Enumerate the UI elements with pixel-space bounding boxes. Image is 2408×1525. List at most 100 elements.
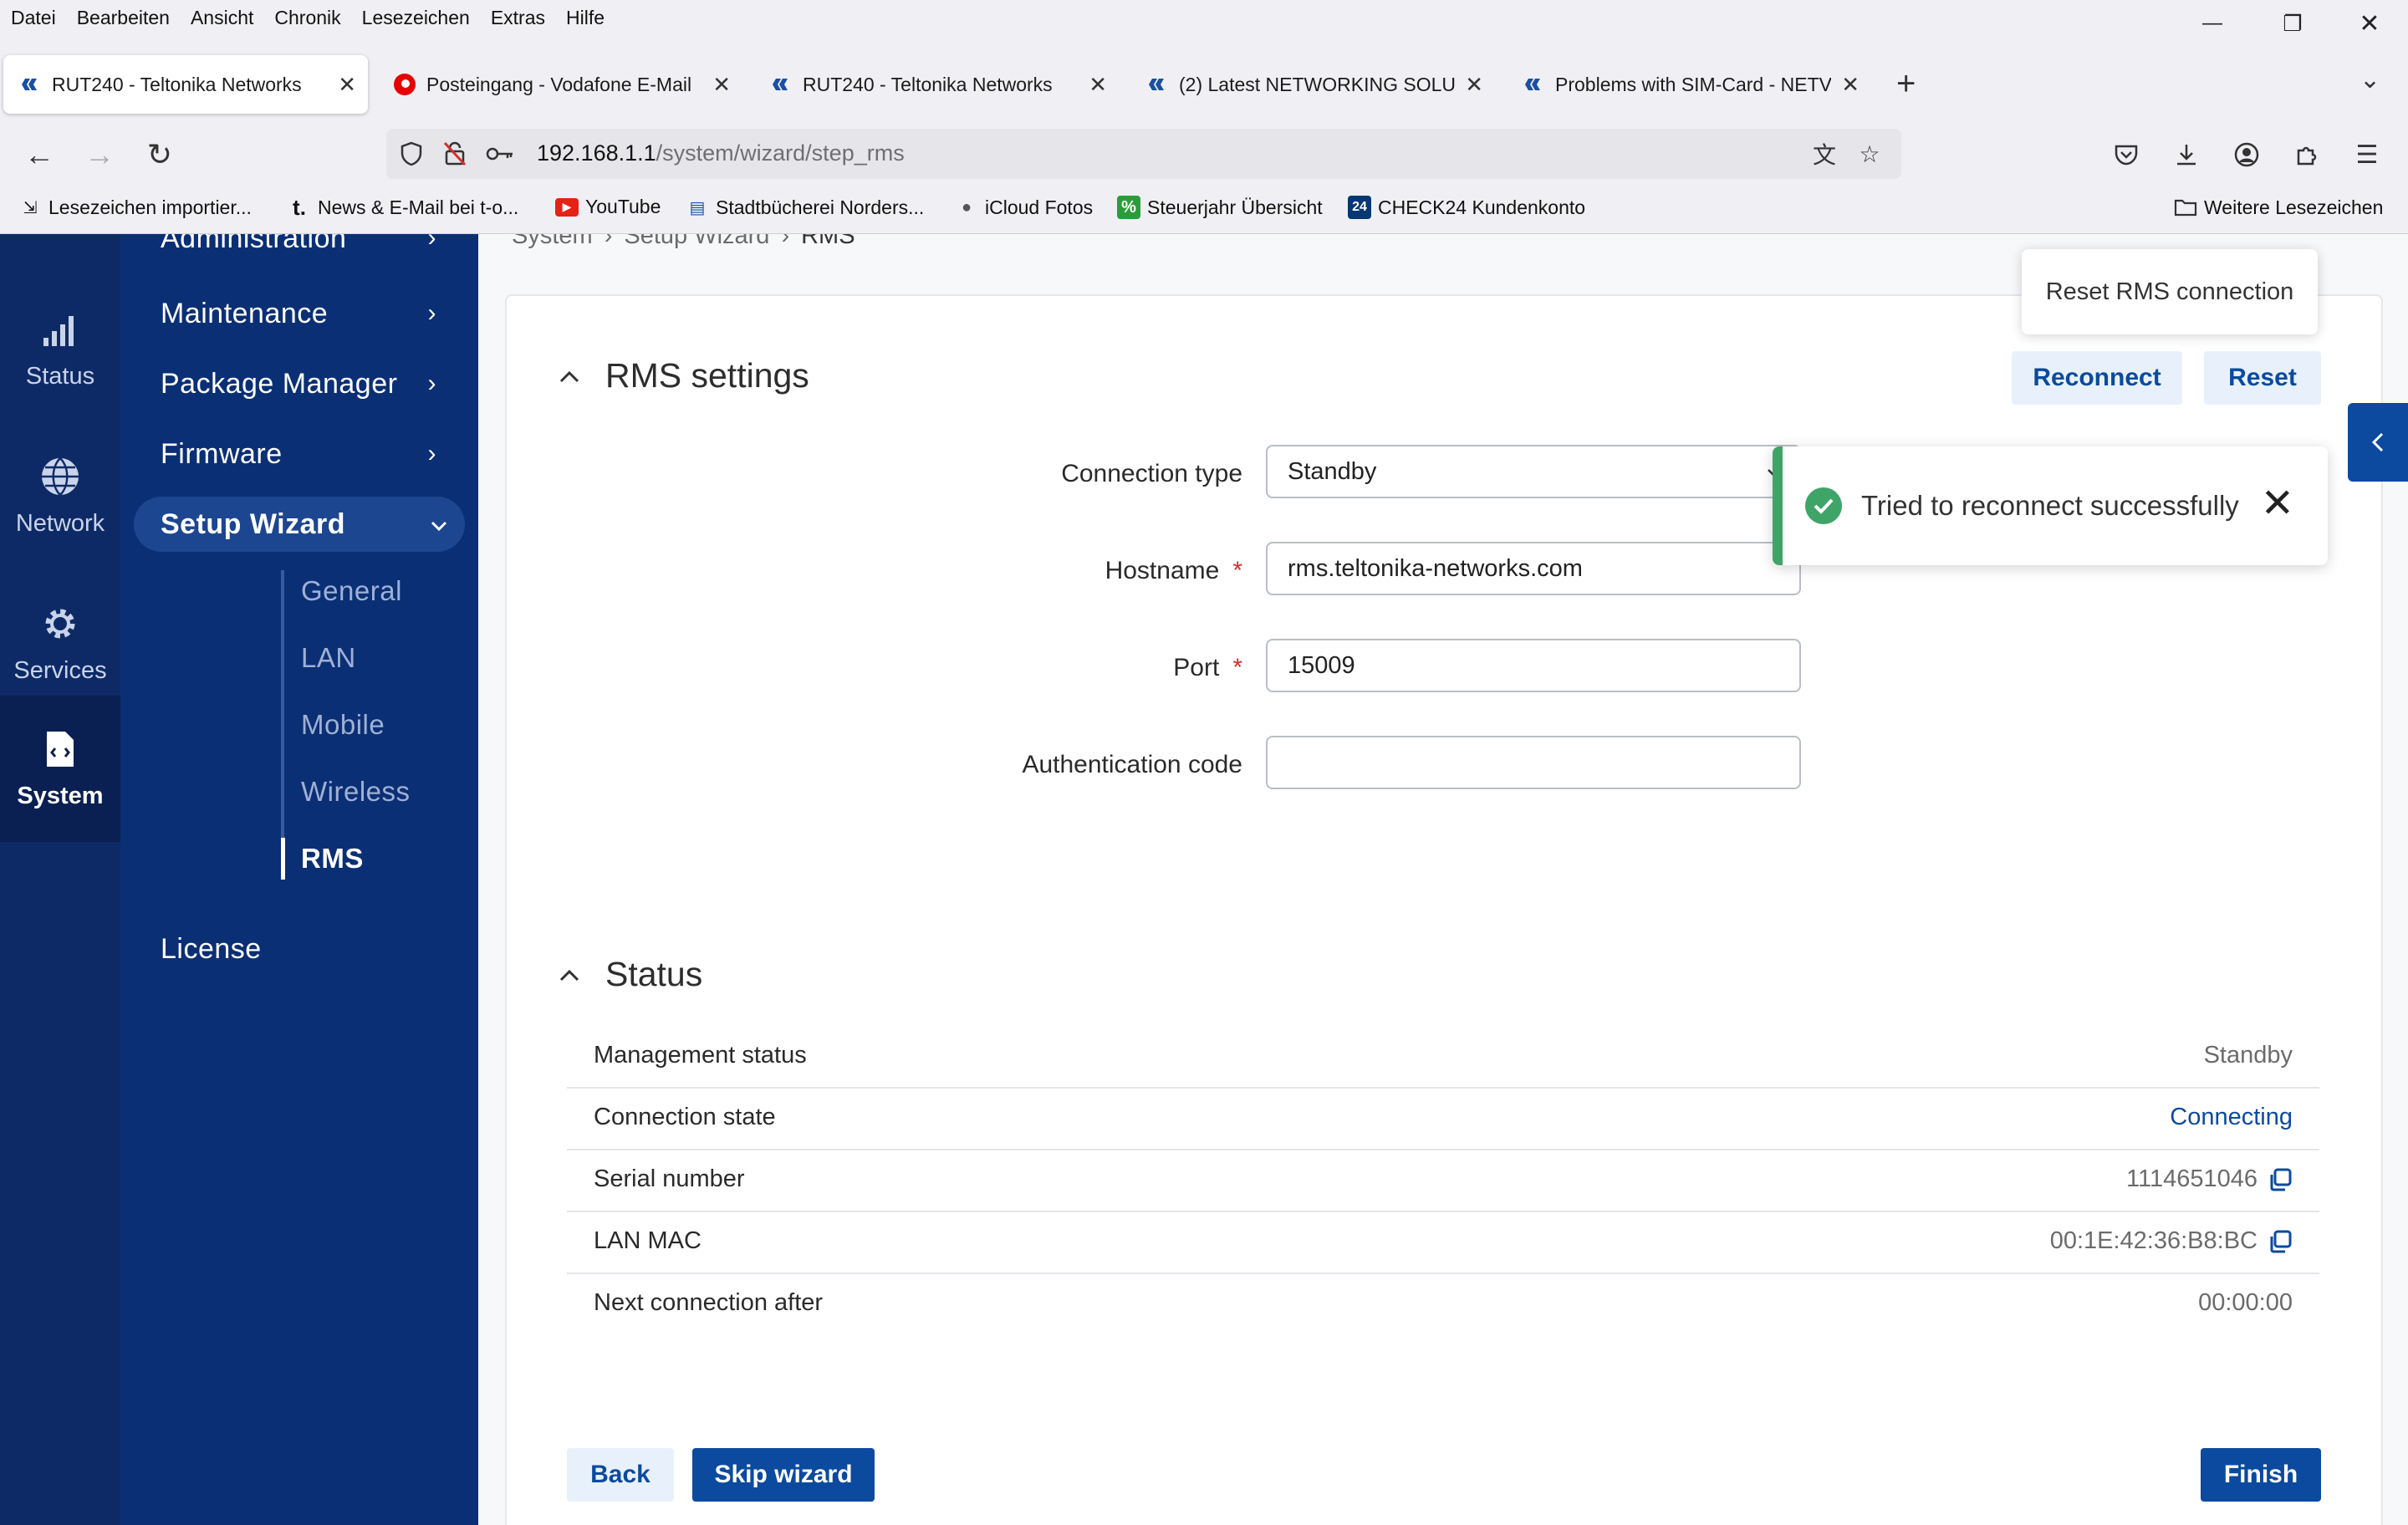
menu-ansicht[interactable]: Ansicht	[191, 7, 253, 29]
minimize-button[interactable]: —	[2179, 0, 2246, 47]
rail-item-status[interactable]: Status	[0, 276, 120, 422]
system-sidebar: Administration › Maintenance › Package Man…	[120, 234, 478, 1525]
account-icon[interactable]	[2227, 135, 2266, 174]
teltonika-icon	[1145, 73, 1169, 96]
close-tab-icon[interactable]: ✕	[1465, 72, 1483, 98]
close-tab-icon[interactable]: ✕	[1841, 72, 1860, 98]
bookmark-stadtbuecherei[interactable]: ▤ Stadtbücherei Norders...	[686, 196, 925, 219]
sidebar-item-setup-wizard[interactable]: Setup Wizard	[134, 497, 465, 552]
forward-icon[interactable]: →	[79, 134, 120, 176]
chevron-right-icon: ›	[427, 299, 436, 327]
port-input[interactable]: 15009	[1266, 639, 1801, 692]
back-icon[interactable]: ←	[18, 134, 60, 176]
tab-bar: RUT240 - Teltonika Networks ✕ Posteingan…	[0, 52, 2408, 119]
status-value: 1114651046	[2126, 1165, 2293, 1193]
bookmark-check24[interactable]: 24 CHECK24 Kundenkonto	[1348, 196, 1585, 219]
copy-icon[interactable]	[2268, 1229, 2293, 1254]
restore-button[interactable]: ❐	[2259, 0, 2326, 47]
translate-icon[interactable]: 文	[1809, 139, 1839, 169]
breadcrumb-system[interactable]: System	[512, 234, 593, 249]
auth-code-label: Authentication code	[1022, 751, 1242, 778]
sidebar-item-license[interactable]: License	[161, 921, 453, 977]
sidebar-item-package-manager[interactable]: Package Manager ›	[161, 356, 453, 411]
collapse-caret-icon[interactable]	[559, 961, 580, 989]
bookmark-star-icon[interactable]: ☆	[1854, 139, 1885, 169]
bookmarks-toolbar: ⇲ Lesezeichen importier... t. News & E-Mai…	[0, 192, 2408, 231]
extensions-icon[interactable]	[2288, 135, 2326, 174]
close-icon[interactable]: ✕	[2261, 480, 2294, 527]
folder-icon	[2174, 196, 2197, 219]
sub-item-rms[interactable]: RMS	[301, 843, 364, 875]
tab-title: RUT240 - Teltonika Networks	[803, 73, 1053, 95]
bookmark-icloud[interactable]: ● iCloud Fotos	[955, 196, 1093, 219]
menu-chronik[interactable]: Chronik	[274, 7, 340, 29]
downloads-icon[interactable]	[2167, 135, 2206, 174]
close-tab-icon[interactable]: ✕	[712, 72, 731, 98]
status-key: Connection state	[594, 1104, 776, 1130]
menu-extras[interactable]: Extras	[491, 7, 545, 29]
menu-bearbeiten[interactable]: Bearbeiten	[77, 7, 170, 29]
sidebar-item-maintenance[interactable]: Maintenance ›	[161, 286, 453, 341]
skip-wizard-button[interactable]: Skip wizard	[692, 1448, 875, 1502]
sub-item-general[interactable]: General	[301, 575, 402, 607]
submenu-active-indicator	[281, 838, 285, 880]
percent-icon: %	[1117, 196, 1140, 219]
tab-rut240-active[interactable]: RUT240 - Teltonika Networks ✕	[3, 55, 368, 114]
status-key: Management status	[594, 1042, 807, 1069]
reset-button[interactable]: Reset	[2204, 351, 2321, 405]
menu-lesezeichen[interactable]: Lesezeichen	[362, 7, 470, 29]
main-content: System › Setup Wizard › RMS RMS settings Rec…	[478, 234, 2408, 1525]
sub-item-mobile[interactable]: Mobile	[301, 709, 385, 741]
key-icon[interactable]	[485, 139, 515, 169]
close-tab-icon[interactable]: ✕	[338, 72, 356, 98]
pocket-icon[interactable]	[2107, 135, 2145, 174]
url-text[interactable]: 192.168.1.1/system/wizard/step_rms	[537, 140, 905, 166]
close-window-button[interactable]: ✕	[2336, 0, 2403, 47]
sidebar-item-firmware[interactable]: Firmware ›	[161, 426, 453, 482]
rail-item-services[interactable]: Services	[0, 570, 120, 717]
new-tab-button[interactable]: +	[1896, 65, 1916, 103]
auth-code-input[interactable]	[1266, 736, 1801, 789]
bookmark-t-online[interactable]: t. News & E-Mail bei t-o...	[288, 195, 518, 220]
bookmark-import[interactable]: ⇲ Lesezeichen importier...	[18, 196, 252, 219]
list-all-tabs-icon[interactable]: ⌄	[2360, 65, 2380, 94]
breadcrumb-separator: ›	[604, 234, 613, 249]
finish-button[interactable]: Finish	[2201, 1448, 2321, 1502]
teltonika-icon	[769, 73, 793, 96]
shield-icon[interactable]	[396, 139, 426, 169]
close-tab-icon[interactable]: ✕	[1089, 72, 1107, 98]
rail-item-network[interactable]: Network	[0, 423, 120, 569]
youtube-icon: ▶	[555, 197, 579, 217]
status-header[interactable]: Status	[559, 955, 702, 994]
status-key: Serial number	[594, 1165, 745, 1192]
url-bar[interactable]: 192.168.1.1/system/wizard/step_rms 文 ☆	[386, 129, 1901, 179]
hostname-input[interactable]: rms.teltonika-networks.com	[1266, 542, 1801, 595]
status-row-connection-state: Connection state Connecting	[567, 1087, 2319, 1150]
breadcrumb-setup-wizard[interactable]: Setup Wizard	[624, 234, 769, 249]
status-value-link[interactable]: Connecting	[2170, 1104, 2293, 1131]
menu-hilfe[interactable]: Hilfe	[566, 7, 605, 29]
tab-networking-solutions[interactable]: (2) Latest NETWORKING SOLUTI ✕	[1130, 55, 1495, 114]
reload-icon[interactable]: ↻	[139, 134, 181, 176]
other-bookmarks[interactable]: Weitere Lesezeichen	[2174, 196, 2383, 219]
copy-icon[interactable]	[2268, 1167, 2293, 1192]
status-row-serial: Serial number 1114651046	[567, 1149, 2319, 1212]
app-menu-icon[interactable]: ☰	[2348, 135, 2386, 174]
back-button[interactable]: Back	[567, 1448, 674, 1502]
sub-item-wireless[interactable]: Wireless	[301, 776, 411, 808]
sidebar-item-administration[interactable]: Administration ›	[161, 234, 453, 266]
rail-item-system[interactable]: System	[0, 696, 120, 842]
tab-vodafone[interactable]: Posteingang - Vodafone E-Mail ✕	[378, 55, 742, 114]
reconnect-button[interactable]: Reconnect	[2012, 351, 2182, 405]
system-file-icon	[38, 727, 82, 771]
bookmark-steuerjahr[interactable]: % Steuerjahr Übersicht	[1117, 196, 1323, 219]
tab-title: RUT240 - Teltonika Networks	[52, 73, 302, 95]
tab-sim-card-problems[interactable]: Problems with SIM-Card - NETV ✕	[1507, 55, 1871, 114]
menu-datei[interactable]: Datei	[11, 7, 56, 29]
tab-rut240[interactable]: RUT240 - Teltonika Networks ✕	[754, 55, 1119, 114]
bookmark-youtube[interactable]: ▶ YouTube	[555, 196, 661, 218]
sub-item-lan[interactable]: LAN	[301, 642, 356, 674]
connection-type-select[interactable]: Standby	[1266, 445, 1801, 498]
insecure-lock-icon[interactable]	[440, 139, 470, 169]
expand-panel-button[interactable]	[2348, 403, 2408, 482]
